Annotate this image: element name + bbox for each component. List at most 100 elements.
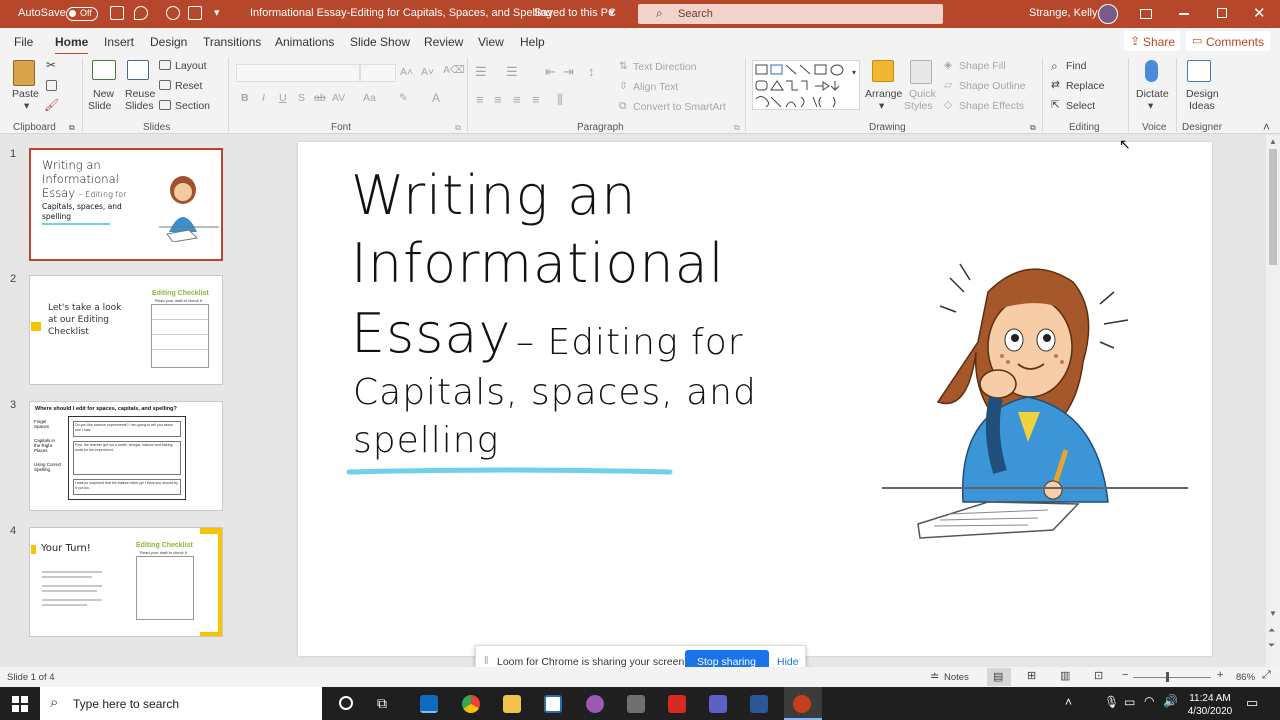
find-button[interactable]: Find bbox=[1066, 60, 1086, 72]
design-ideas-label-1[interactable]: Design bbox=[1186, 88, 1219, 100]
paste-icon[interactable] bbox=[13, 60, 35, 86]
teams-icon[interactable] bbox=[709, 695, 727, 713]
comments-button[interactable]: ▭ Comments bbox=[1186, 31, 1270, 51]
undo-icon[interactable] bbox=[134, 6, 148, 20]
arrange-dropdown-icon[interactable]: ▾ bbox=[879, 100, 884, 112]
save-icon[interactable] bbox=[110, 6, 124, 20]
increase-indent-icon[interactable]: ⇥ bbox=[563, 64, 574, 80]
new-slide-label-2[interactable]: Slide bbox=[88, 100, 111, 112]
app-icon[interactable] bbox=[586, 695, 604, 713]
notes-icon[interactable]: ≐ bbox=[930, 670, 939, 683]
notes-button[interactable]: Notes bbox=[944, 672, 969, 683]
shape-fill-icon[interactable]: ◈ bbox=[944, 59, 952, 71]
microphone-tray-icon[interactable]: 🎙 bbox=[1104, 695, 1119, 709]
quick-styles-label-1[interactable]: Quick bbox=[909, 88, 936, 100]
align-center-icon[interactable]: ≡ bbox=[494, 92, 502, 107]
tab-design[interactable]: Design bbox=[150, 35, 187, 49]
tab-view[interactable]: View bbox=[478, 35, 504, 49]
layout-icon[interactable] bbox=[159, 60, 171, 70]
slide-sorter-icon[interactable]: ⊞ bbox=[1027, 669, 1036, 682]
arrange-icon[interactable] bbox=[872, 60, 894, 82]
shape-effects-icon[interactable]: ◇ bbox=[944, 99, 952, 111]
slide-subtitle-line2[interactable]: Capitals, spaces, and bbox=[353, 372, 757, 413]
slideshow-view-icon[interactable]: ⊡ bbox=[1094, 669, 1103, 682]
italic-button[interactable]: I bbox=[262, 92, 265, 104]
present-icon[interactable] bbox=[188, 6, 202, 20]
microphone-icon[interactable] bbox=[1145, 60, 1158, 82]
dictate-dropdown-icon[interactable]: ▾ bbox=[1148, 100, 1153, 112]
slide-thumbnail-3[interactable]: Where should I edit for spaces, capitals… bbox=[29, 401, 223, 511]
zoom-slider-handle[interactable] bbox=[1166, 672, 1169, 682]
shape-outline-button[interactable]: Shape Outline bbox=[959, 80, 1026, 92]
select-button[interactable]: Select bbox=[1066, 100, 1095, 112]
saved-status[interactable]: Saved to this PC bbox=[534, 7, 616, 19]
slide-subtitle-line1[interactable]: – Editing for bbox=[516, 322, 744, 363]
drag-handle-icon[interactable]: ‖ bbox=[484, 655, 489, 667]
drawing-launcher-icon[interactable]: ⧉ bbox=[1030, 123, 1036, 133]
user-name[interactable]: Strange, Kelly bbox=[1029, 7, 1097, 19]
maximize-icon[interactable] bbox=[1217, 8, 1227, 18]
shape-effects-button[interactable]: Shape Effects bbox=[959, 100, 1024, 112]
quick-styles-icon[interactable] bbox=[910, 60, 932, 84]
scroll-thumb[interactable] bbox=[1269, 149, 1277, 265]
design-ideas-label-2[interactable]: Ideas bbox=[1189, 100, 1215, 112]
format-painter-icon[interactable]: 🖌 bbox=[44, 98, 59, 112]
slide-thumbnail-4[interactable]: Your Turn! Editing Checklist Read your d… bbox=[29, 527, 223, 637]
word-icon[interactable] bbox=[750, 695, 768, 713]
new-slide-label-1[interactable]: New bbox=[93, 88, 114, 100]
copy-icon[interactable] bbox=[46, 80, 57, 91]
vertical-scrollbar[interactable]: ▲ ▼ ⏶ ⏷ bbox=[1266, 135, 1280, 667]
saved-status-chevron-icon[interactable]: ▾ bbox=[609, 6, 615, 19]
highlight-icon[interactable]: ✎ bbox=[399, 92, 408, 104]
clock-time[interactable]: 11:24 AM bbox=[1185, 693, 1235, 704]
wifi-icon[interactable]: ◠ bbox=[1144, 694, 1154, 708]
slide-title-line2[interactable]: Informational bbox=[351, 232, 725, 295]
decrease-indent-icon[interactable]: ⇤ bbox=[545, 64, 556, 80]
collapse-ribbon-icon[interactable]: ˄ bbox=[1263, 120, 1270, 134]
show-hidden-icons[interactable]: ˄ bbox=[1065, 695, 1072, 709]
numbering-icon[interactable]: ☰ bbox=[506, 64, 518, 80]
ribbon-display-icon[interactable] bbox=[1140, 9, 1152, 19]
slide-canvas[interactable]: Writing an Informational Essay – Editing… bbox=[298, 142, 1212, 656]
battery-icon[interactable]: ▭ bbox=[1124, 695, 1135, 709]
task-view-icon[interactable]: ⧉ bbox=[377, 695, 387, 712]
cortana-icon[interactable] bbox=[339, 696, 353, 710]
decrease-font-icon[interactable]: A˅ bbox=[421, 66, 434, 78]
clipboard-launcher-icon[interactable]: ⧉ bbox=[69, 123, 75, 133]
next-slide-icon[interactable]: ⏷ bbox=[1268, 640, 1275, 651]
avatar[interactable] bbox=[1098, 4, 1118, 24]
design-ideas-icon[interactable] bbox=[1187, 60, 1211, 82]
underline-button[interactable]: U bbox=[279, 92, 287, 104]
clock-date[interactable]: 4/30/2020 bbox=[1185, 706, 1235, 717]
zoom-out-icon[interactable]: − bbox=[1122, 669, 1128, 681]
reuse-slides-icon[interactable] bbox=[127, 60, 149, 80]
chrome-icon[interactable] bbox=[462, 695, 480, 713]
arrange-button[interactable]: Arrange bbox=[865, 88, 902, 100]
slide-subtitle-line3[interactable]: spelling bbox=[353, 420, 499, 461]
align-left-icon[interactable]: ≡ bbox=[476, 92, 484, 107]
shapes-more-icon[interactable]: ▾ bbox=[852, 68, 856, 77]
notifications-icon[interactable]: ▭ bbox=[1246, 695, 1258, 711]
select-icon[interactable]: ⇱ bbox=[1051, 99, 1060, 111]
share-button[interactable]: ⇪ Share bbox=[1124, 31, 1180, 51]
find-icon[interactable]: ⌕ bbox=[1051, 59, 1058, 74]
clear-formatting-icon[interactable]: A⌫ bbox=[443, 64, 465, 76]
tab-insert[interactable]: Insert bbox=[104, 35, 134, 49]
font-size-select[interactable] bbox=[360, 64, 396, 82]
paragraph-launcher-icon[interactable]: ⧉ bbox=[734, 123, 740, 133]
slide-thumbnail-1[interactable]: Writing an Informational Essay – Editing… bbox=[29, 148, 223, 261]
paste-dropdown-icon[interactable]: ▾ bbox=[24, 100, 29, 112]
increase-font-icon[interactable]: A˄ bbox=[400, 66, 413, 78]
zoom-in-icon[interactable]: + bbox=[1217, 669, 1223, 681]
tab-transitions[interactable]: Transitions bbox=[203, 35, 261, 49]
fit-to-window-icon[interactable]: ⤢ bbox=[1262, 669, 1271, 682]
slide-thumbnail-2[interactable]: Let's take a look at our Editing Checkli… bbox=[29, 275, 223, 385]
text-direction-icon[interactable]: ⇅ bbox=[619, 60, 628, 72]
shapes-gallery[interactable] bbox=[752, 60, 860, 110]
acrobat-icon[interactable] bbox=[668, 695, 686, 713]
bold-button[interactable]: B bbox=[241, 92, 249, 104]
camera-icon[interactable] bbox=[627, 695, 645, 713]
paste-button[interactable]: Paste bbox=[12, 88, 39, 100]
close-icon[interactable]: ✕ bbox=[1253, 4, 1266, 22]
slide-title-line3[interactable]: Essay bbox=[351, 302, 511, 365]
